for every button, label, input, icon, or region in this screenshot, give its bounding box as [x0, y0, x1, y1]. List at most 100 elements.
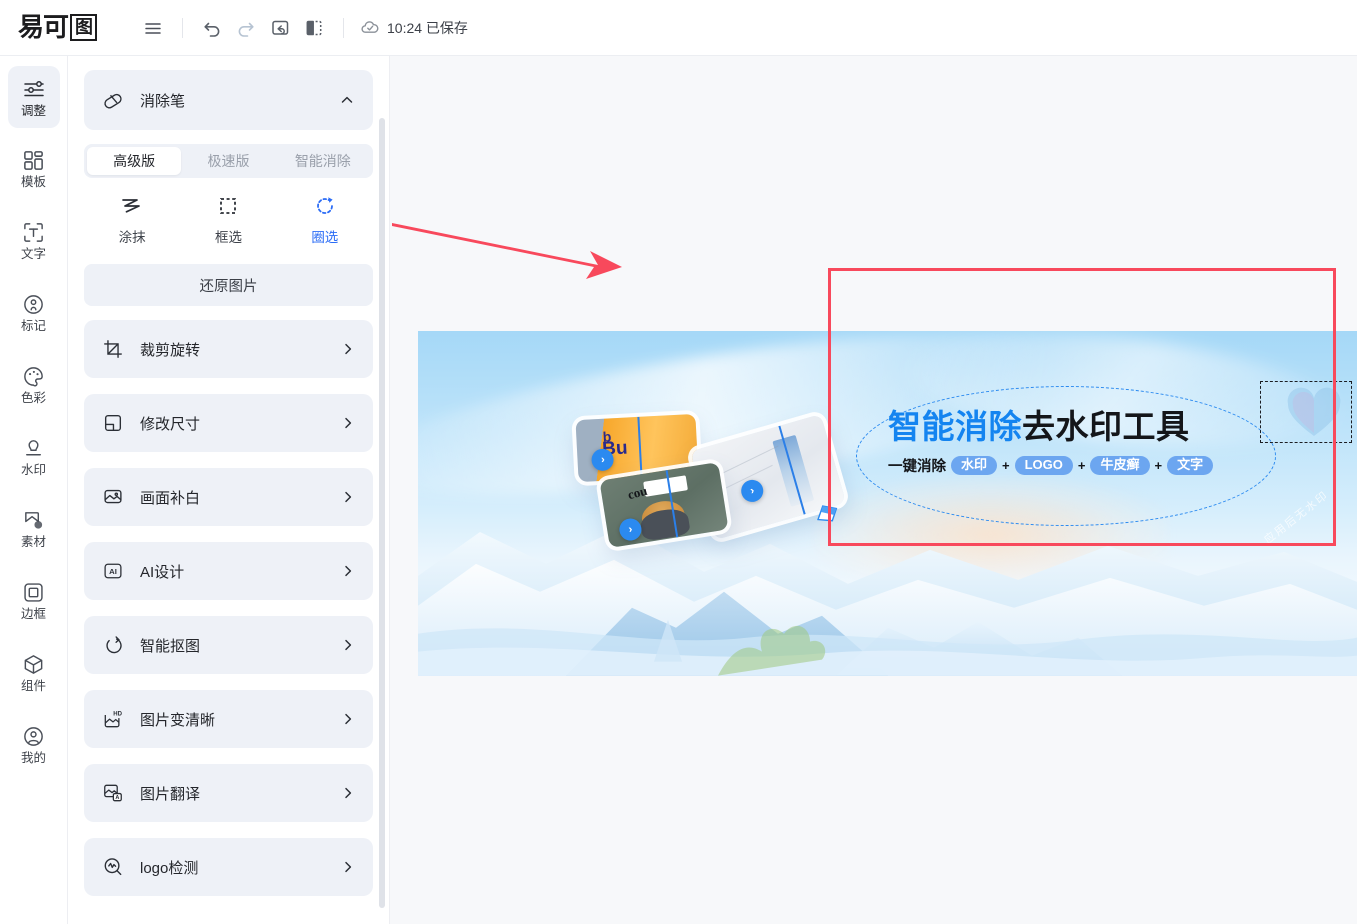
- eraser-section-title: 消除笔: [140, 92, 186, 110]
- sidebar-item-text[interactable]: 文字: [8, 210, 60, 272]
- banner-subline: 一键消除 水印 + LOGO + 牛皮癣 + 文字: [888, 455, 1228, 476]
- compare-button[interactable]: [297, 11, 331, 45]
- tool-row-fill[interactable]: 画面补白: [84, 468, 373, 526]
- save-status-text: 10:24 已保存: [387, 19, 468, 36]
- plus-sign-2: +: [1077, 457, 1086, 473]
- tool-row-hd[interactable]: HD 图片变清晰: [84, 690, 373, 748]
- mode-label: 圈选: [311, 230, 339, 245]
- tool-row-cutout[interactable]: 智能抠图: [84, 616, 373, 674]
- tool-row-crop-rotate[interactable]: 裁剪旋转: [84, 320, 373, 378]
- heart-graphic: [1285, 387, 1343, 439]
- menu-button[interactable]: [136, 11, 170, 45]
- hd-icon: HD: [102, 708, 124, 730]
- undo-icon: [201, 17, 223, 39]
- translate-icon: A: [102, 782, 124, 804]
- cutout-icon: [102, 634, 124, 656]
- pill-watermark: 水印: [951, 455, 998, 475]
- tool-row-translate[interactable]: A 图片翻译: [84, 764, 373, 822]
- app-logo[interactable]: 易 可 图: [18, 13, 114, 43]
- tool-label: AI设计: [140, 563, 185, 581]
- user-icon: [22, 725, 45, 748]
- chevron-right-icon: [341, 786, 355, 800]
- chevron-right-icon: [341, 712, 355, 726]
- sidebar-item-material[interactable]: 素材: [8, 498, 60, 560]
- canvas-area[interactable]: b Bu › › cou › 智能消除去水印工具 一键消除 水印 + LOGO …: [390, 56, 1357, 924]
- chevron-right-icon: [341, 860, 355, 874]
- chevron-right-icon: [341, 342, 355, 356]
- sidebar-item-component[interactable]: 组件: [8, 642, 60, 704]
- app-root: 易 可 图 10:24 已保存 调整 模板 文字 标记 色彩 水印 素材 边框 …: [0, 0, 1357, 924]
- pill-spam: 牛皮癣: [1090, 455, 1150, 475]
- restore-arrow-icon: [269, 17, 291, 39]
- template-icon: [22, 149, 45, 172]
- sidebar-item-label: 标记: [20, 319, 46, 334]
- tool-label: 图片变清晰: [140, 711, 216, 729]
- component-icon: [22, 653, 45, 676]
- mode-lasso-select[interactable]: 圈选: [277, 194, 373, 246]
- header-divider-2: [343, 17, 344, 38]
- reset-button[interactable]: [263, 11, 297, 45]
- eraser-section-header[interactable]: 消除笔: [84, 70, 373, 130]
- sidebar-item-color[interactable]: 色彩: [8, 354, 60, 416]
- header-toolbar: 10:24 已保存: [136, 11, 468, 45]
- tool-panel: 消除笔 高级版 极速版 智能消除 涂抹 框选 圈选 还原图片 裁剪旋转 修改尺寸…: [68, 56, 390, 924]
- rect-select-icon: [216, 194, 240, 218]
- chevron-right-icon: [341, 564, 355, 578]
- chevron-right-icon: [341, 490, 355, 504]
- mode-rect-select[interactable]: 框选: [180, 194, 276, 246]
- card-slider-handle[interactable]: ›: [617, 517, 644, 543]
- sidebar-item-watermark[interactable]: 水印: [8, 426, 60, 488]
- redo-button[interactable]: [229, 11, 263, 45]
- app-header: 易 可 图 10:24 已保存: [0, 0, 1357, 56]
- subline-lead: 一键消除: [888, 458, 946, 475]
- mode-brush[interactable]: 涂抹: [84, 194, 180, 246]
- save-status: 10:24 已保存: [360, 18, 468, 38]
- tab-advanced[interactable]: 高级版: [87, 147, 182, 175]
- eraser-icon: [102, 89, 124, 111]
- redo-icon: [235, 17, 257, 39]
- card-slider-handle[interactable]: ›: [738, 477, 766, 505]
- tool-row-ai-design[interactable]: AI AI设计: [84, 542, 373, 600]
- svg-text:AI: AI: [109, 567, 117, 576]
- red-arrow: [392, 223, 622, 279]
- border-icon: [22, 581, 45, 604]
- tool-label: 图片翻译: [140, 785, 201, 803]
- restore-image-button[interactable]: 还原图片: [84, 264, 373, 306]
- headline-blue-text: 智能消除: [888, 408, 1022, 445]
- mode-label: 框选: [214, 230, 242, 245]
- tab-fast[interactable]: 极速版: [181, 147, 275, 175]
- mark-icon: [22, 293, 45, 316]
- cloud-saved-icon: [360, 18, 380, 38]
- tool-row-resize[interactable]: 修改尺寸: [84, 394, 373, 452]
- tool-label: logo检测: [140, 859, 199, 877]
- card-split-line: [637, 416, 644, 479]
- header-divider-1: [182, 17, 183, 38]
- banner-image[interactable]: b Bu › › cou › 智能消除去水印工具 一键消除 水印 + LOGO …: [418, 331, 1357, 676]
- sidebar-item-label: 组件: [20, 679, 46, 694]
- chevron-right-icon: [341, 416, 355, 430]
- sidebar-item-border[interactable]: 边框: [8, 570, 60, 632]
- tool-panel-content: 消除笔 高级版 极速版 智能消除 涂抹 框选 圈选 还原图片 裁剪旋转 修改尺寸…: [68, 56, 389, 924]
- banner-headline: 智能消除去水印工具: [888, 408, 1228, 446]
- tool-row-logo-detect[interactable]: logo检测: [84, 838, 373, 896]
- sidebar-item-label: 素材: [20, 535, 46, 550]
- undo-button[interactable]: [195, 11, 229, 45]
- mountain-landscape: [418, 526, 1357, 676]
- plus-sign-3: +: [1154, 457, 1163, 473]
- logo-char-3: 图: [70, 14, 98, 41]
- crop-rotate-icon: [102, 338, 124, 360]
- sidebar-item-label: 边框: [20, 607, 46, 622]
- sidebar-item-mine[interactable]: 我的: [8, 714, 60, 776]
- sidebar-item-template[interactable]: 模板: [8, 138, 60, 200]
- chevron-up-icon[interactable]: [339, 92, 355, 108]
- material-icon: [22, 509, 45, 532]
- svg-text:HD: HD: [113, 712, 122, 718]
- fill-icon: [102, 486, 124, 508]
- plus-sign-1: +: [1002, 457, 1010, 473]
- sidebar-item-mark[interactable]: 标记: [8, 282, 60, 344]
- tab-smart-erase[interactable]: 智能消除: [276, 147, 370, 175]
- ai-design-icon: AI: [102, 560, 124, 582]
- panel-scrollbar[interactable]: [379, 118, 385, 908]
- headline-dark-text: 去水印工具: [1022, 408, 1190, 445]
- sidebar-item-adjust[interactable]: 调整: [7, 66, 60, 128]
